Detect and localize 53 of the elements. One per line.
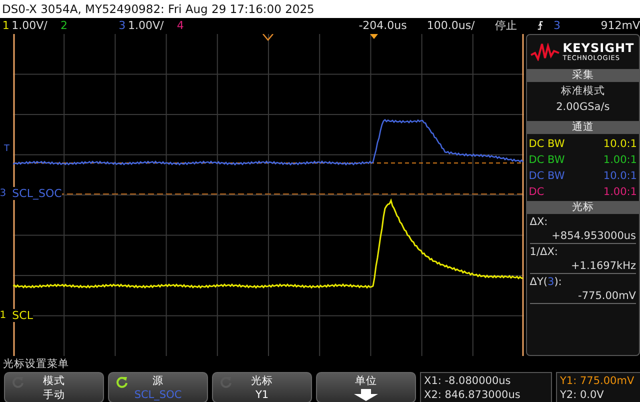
timebase: 100.0us/: [426, 19, 476, 32]
channel-ground-marker[interactable]: 1: [0, 310, 10, 321]
channel-number: 2: [59, 19, 68, 32]
channel-label: SCL_SOC: [12, 187, 62, 200]
softkey[interactable]: 光标 Y1: [212, 372, 312, 402]
frequency-value: +1.1697kHz: [530, 259, 636, 274]
delta-y-value: -775.00mV: [530, 289, 636, 304]
trigger-level: 912mV: [600, 19, 640, 32]
delta-x-value: +854.953000us: [530, 229, 636, 244]
delta-y-label: ΔY(3):: [530, 275, 563, 289]
channel-coupling: DC BW: [528, 137, 565, 152]
channel-scale: 1.00V/: [12, 19, 48, 32]
cursor-marker-icon: [262, 34, 274, 42]
section-header: 通道: [526, 121, 639, 134]
time-delay: -204.0us: [358, 19, 408, 32]
channel-scale: 1.00V/: [128, 19, 165, 32]
channel-number: 4: [176, 19, 185, 32]
channel-label: SCL: [12, 309, 33, 322]
trigger-edge-icon: [536, 20, 544, 31]
channel-coupling: DC: [528, 185, 544, 200]
delta-x-label: ΔX:: [530, 215, 549, 229]
y-cursor-readout: Y2: 0.0V: [560, 388, 605, 402]
window-title: DS0-X 3054A, MY52490982: Fri Aug 29 17:16:00 2025: [0, 0, 640, 18]
softkey[interactable]: 单位: [316, 372, 416, 402]
down-arrow-icon: [354, 389, 378, 401]
channel-ground-marker[interactable]: 3: [0, 188, 10, 199]
section-header: 采集: [526, 69, 639, 82]
trigger-marker: T: [4, 144, 10, 154]
x-cursor-readout: X1: -8.080000us: [424, 374, 512, 388]
probe-ratio: 1.00:1: [603, 153, 637, 168]
section-header: 光标: [526, 201, 639, 214]
waveform-logo-icon: [530, 43, 560, 61]
probe-ratio: 1.00:1: [603, 185, 637, 200]
inverse-delta-x-label: 1/ΔX:: [530, 245, 559, 259]
trigger-source: 3: [554, 19, 562, 32]
probe-ratio: 10.0:1: [603, 137, 637, 152]
sample-rate: 2.00GSa/s: [556, 101, 610, 113]
acquisition-mode: 标准模式: [560, 84, 605, 98]
channel-coupling: DC BW: [528, 169, 565, 184]
cursor-line[interactable]: [12, 162, 524, 164]
trigger-position-icon: [370, 34, 378, 39]
channel-coupling: DC BW: [528, 153, 565, 168]
cursor-line[interactable]: [13, 34, 15, 356]
probe-ratio: 10.0:1: [603, 169, 637, 184]
softkey[interactable]: 源 SCL_SOC: [108, 372, 208, 402]
channel-number: 3: [118, 19, 127, 32]
softkey[interactable]: 模式 手动: [4, 372, 104, 402]
x-cursor-readout: X2: 846.873000us: [424, 388, 522, 402]
channel-number: 1: [1, 19, 10, 32]
brand-name: KEYSIGHT: [562, 42, 634, 54]
menu-title: 光标设置菜单: [2, 357, 70, 372]
run-state: 停止: [495, 18, 518, 33]
y-cursor-readout: Y1: 775.00mV: [560, 374, 636, 388]
